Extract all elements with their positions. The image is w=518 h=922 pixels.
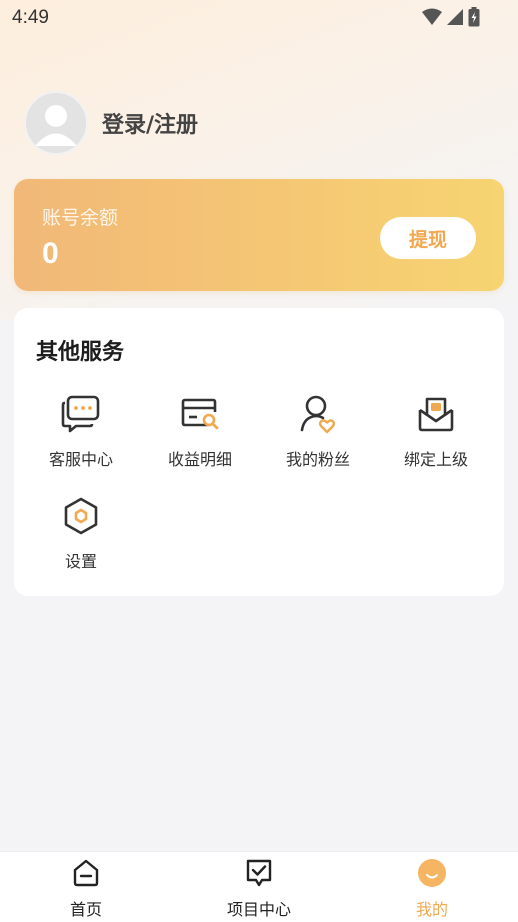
- status-bar: 4:49: [0, 0, 518, 36]
- balance-card: 账号余额 0 提现: [14, 179, 504, 291]
- service-label: 绑定上级: [403, 450, 468, 469]
- tab-mine-label: 我的: [415, 900, 448, 919]
- battery-icon: [468, 7, 480, 31]
- tab-project-center-label: 项目中心: [226, 900, 291, 919]
- customer-service-icon: [59, 392, 103, 436]
- service-customer-center[interactable]: 客服中心: [22, 392, 140, 482]
- service-label: 收益明细: [167, 450, 232, 469]
- fans-icon: [296, 392, 340, 436]
- tab-home[interactable]: 首页: [26, 856, 146, 920]
- withdraw-button[interactable]: 提现: [380, 217, 476, 259]
- default-avatar-icon: [26, 93, 86, 153]
- status-time: 4:49: [12, 7, 49, 28]
- tab-home-label: 首页: [69, 900, 102, 919]
- settings-icon: [59, 494, 103, 538]
- service-earnings-detail[interactable]: 收益明细: [141, 392, 259, 482]
- bottom-navigation: 首页 项目中心 我的: [0, 851, 518, 922]
- service-label: 我的粉丝: [285, 450, 350, 469]
- service-settings[interactable]: 设置: [22, 494, 140, 584]
- balance-label: 账号余额: [42, 207, 119, 229]
- wifi-icon: [422, 8, 442, 30]
- status-icons: [422, 7, 480, 31]
- mine-icon: [415, 856, 449, 889]
- home-icon: [69, 856, 103, 889]
- balance-value: 0: [42, 237, 59, 270]
- profile-header[interactable]: 登录/注册: [24, 91, 198, 155]
- service-label: 客服中心: [48, 450, 113, 469]
- services-title: 其他服务: [36, 340, 125, 365]
- avatar[interactable]: [24, 91, 88, 155]
- project-center-icon: [242, 856, 276, 889]
- tab-project-center[interactable]: 项目中心: [199, 856, 319, 920]
- service-bind-superior[interactable]: 绑定上级: [377, 392, 495, 482]
- login-register-link[interactable]: 登录/注册: [102, 107, 198, 139]
- service-label: 设置: [64, 552, 97, 571]
- other-services-card: 其他服务 客服中心 收益明细 我的粉丝 绑定上级 设置: [14, 308, 504, 596]
- signal-icon: [446, 8, 464, 30]
- bind-superior-icon: [414, 392, 458, 436]
- earnings-detail-icon: [178, 392, 222, 436]
- tab-mine[interactable]: 我的: [372, 856, 492, 920]
- service-my-fans[interactable]: 我的粉丝: [259, 392, 377, 482]
